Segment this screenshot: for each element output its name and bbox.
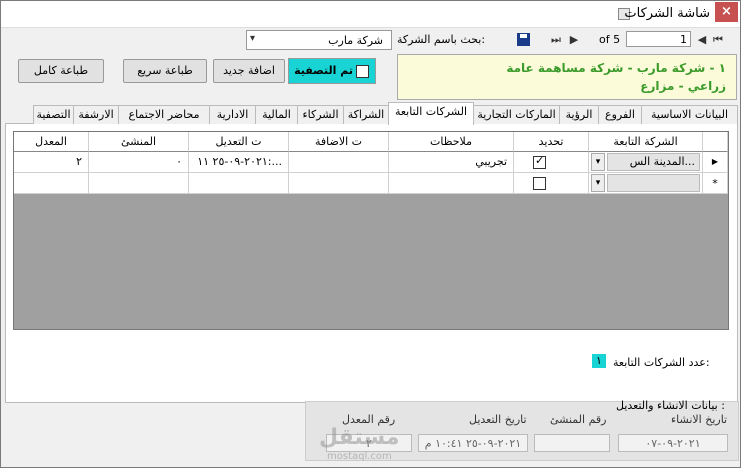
tab-subsidiaries[interactable]: الشركات التابعة <box>388 102 474 125</box>
header-modified-date[interactable]: ت التعديل <box>189 132 289 152</box>
header-notes[interactable]: ملاحظات <box>389 132 514 152</box>
company-info-box: ١ - شركة مارب - شركة مساهمة عامة زراعي -… <box>397 54 737 100</box>
tab-basic-data[interactable]: البيانات الاساسية <box>641 105 738 124</box>
current-row-icon: ▶ <box>703 152 728 173</box>
chevron-down-icon[interactable]: ▾ <box>591 153 605 171</box>
subsidiaries-count-value: ١ <box>592 354 606 368</box>
new-cell-editor[interactable] <box>14 173 89 194</box>
tab-branches[interactable]: الفروع <box>598 105 642 124</box>
new-cell-creator[interactable] <box>89 173 189 194</box>
last-record-icon[interactable]: ⏭ <box>549 33 563 47</box>
company-search-value: شركة مارب <box>328 34 383 47</box>
search-label: بحث باسم الشركة: <box>397 33 486 46</box>
created-date-field: ٢٠٢١-٠٩-٠٧ <box>618 434 728 452</box>
add-new-button[interactable]: اضافة جديد <box>213 59 285 83</box>
new-company-combo <box>607 174 700 192</box>
record-navigator: ⏮ ◀ 1 of 5 ▶ ⏭ <box>511 31 725 49</box>
new-renew-checkbox[interactable] <box>533 177 546 190</box>
record-count: of 5 <box>599 33 621 46</box>
subsidiaries-count-label: عدد الشركات التابعة: <box>613 356 710 369</box>
cell-renew[interactable] <box>514 152 589 173</box>
tab-meeting-minutes[interactable]: محاضر الاجتماع <box>118 105 210 124</box>
cell-added-date[interactable] <box>289 152 389 173</box>
new-row[interactable]: ▾ * <box>14 173 728 194</box>
save-icon[interactable] <box>517 33 530 46</box>
window-title: شاشة الشركات <box>624 6 710 21</box>
tab-trademarks[interactable]: الماركات التجارية <box>473 105 560 124</box>
company-combo-value: المدينة الس... <box>607 153 700 171</box>
previous-record-icon[interactable]: ◀ <box>695 33 709 47</box>
modified-date-label: تاريخ التعديل <box>469 413 527 426</box>
header-creator[interactable]: المنشئ <box>89 132 189 152</box>
tab-strip: البيانات الاساسية الفروع الرؤية الماركات… <box>33 102 738 125</box>
cell-creator[interactable]: ٠ <box>89 152 189 173</box>
tab-liquidation[interactable]: التصفية <box>33 105 74 124</box>
subsidiaries-grid[interactable]: المعدل المنشئ ت التعديل ت الاضافة ملاحظا… <box>13 131 729 330</box>
created-date-label: تاريخ الانشاء <box>671 413 728 426</box>
audit-toggle[interactable]: تم التصفية <box>288 58 376 84</box>
new-cell-company[interactable]: ▾ <box>589 173 703 194</box>
creator-label: رقم المنشئ <box>550 413 607 426</box>
tab-finance[interactable]: المالية <box>255 105 298 124</box>
creator-field <box>534 434 610 452</box>
cell-modified-date[interactable]: ٢٠٢١-٠٩-٢٥ ١١:... <box>189 152 289 173</box>
new-cell-notes[interactable] <box>389 173 514 194</box>
company-search-select[interactable]: ▾ شركة مارب <box>246 30 392 50</box>
tab-vision[interactable]: الرؤية <box>559 105 599 124</box>
new-cell-modified-date[interactable] <box>189 173 289 194</box>
new-cell-renew[interactable] <box>514 173 589 194</box>
audit-checkbox[interactable] <box>356 65 369 78</box>
watermark-url: mostaql.com <box>327 451 392 462</box>
tab-partnership[interactable]: الشراكة <box>343 105 389 124</box>
close-button[interactable]: × <box>715 2 738 22</box>
quick-print-button[interactable]: طباعة سريع <box>123 59 207 83</box>
cell-editor[interactable]: ٢ <box>14 152 89 173</box>
renew-checkbox[interactable] <box>533 154 546 169</box>
next-record-icon[interactable]: ▶ <box>567 33 581 47</box>
header-added-date[interactable]: ت الاضافة <box>289 132 389 152</box>
chevron-down-icon[interactable]: ▾ <box>591 174 605 192</box>
record-number-input[interactable]: 1 <box>626 31 691 47</box>
header-company[interactable]: الشركة التابعة <box>589 132 703 152</box>
company-info-line1: ١ - شركة مارب - شركة مساهمة عامة <box>506 61 726 75</box>
audit-info-title: بيانات الانشاء والتعديل : <box>616 399 725 412</box>
audit-label: تم التصفية <box>294 64 353 77</box>
grid-header-row: المعدل المنشئ ت التعديل ت الاضافة ملاحظا… <box>14 132 728 152</box>
tab-archive[interactable]: الارشفة <box>73 105 119 124</box>
cell-notes[interactable]: تجريبي <box>389 152 514 173</box>
companies-window: شاشة الشركات × ⏮ ◀ 1 of 5 ▶ ⏭ بحث باسم ا… <box>0 0 741 468</box>
new-cell-added-date[interactable] <box>289 173 389 194</box>
first-record-icon[interactable]: ⏮ <box>711 33 725 47</box>
header-row-selector <box>703 132 728 152</box>
watermark-logo: مستقل <box>319 425 400 450</box>
full-print-button[interactable]: طباعة كامل <box>18 59 104 83</box>
tab-partners[interactable]: الشركاء <box>297 105 344 124</box>
chevron-down-icon: ▾ <box>250 33 256 44</box>
header-editor[interactable]: المعدل <box>14 132 89 152</box>
header-renew[interactable]: تحديد <box>514 132 589 152</box>
title-bar: شاشة الشركات × <box>1 1 740 28</box>
company-info-line2: زراعي - مزارع <box>640 79 726 93</box>
modified-date-field: ٢٠٢١-٠٩-٢٥ ١٠:٤١ م <box>418 434 528 452</box>
cell-company[interactable]: ▾ المدينة الس... <box>589 152 703 173</box>
new-row-icon: * <box>703 173 728 194</box>
table-row[interactable]: ٢ ٠ ٢٠٢١-٠٩-٢٥ ١١:... تجريبي ▾ المدينة ا… <box>14 152 728 173</box>
tab-administrative[interactable]: الادارية <box>209 105 256 124</box>
